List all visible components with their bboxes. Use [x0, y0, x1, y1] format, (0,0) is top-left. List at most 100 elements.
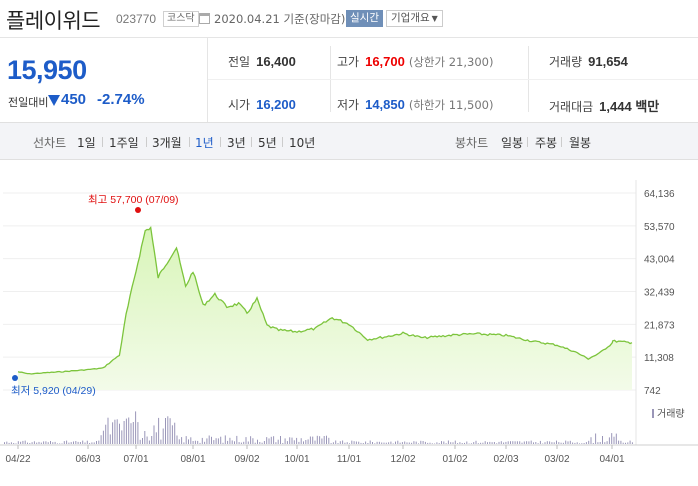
volume-bar [351, 440, 353, 444]
volume-bar [505, 441, 507, 444]
current-price: 15,950 [7, 55, 87, 85]
volume-bar [406, 442, 408, 444]
volume-bar [208, 435, 210, 444]
volume-bar [75, 441, 77, 444]
x-tick-label: 07/01 [123, 454, 148, 465]
period-1d[interactable]: 1일 [77, 134, 96, 151]
volume-bar [461, 443, 463, 444]
volume-bar [597, 442, 599, 444]
volume-bar [190, 437, 192, 444]
volume-bar [167, 416, 169, 444]
volume-bar [360, 442, 362, 444]
volume-bar [493, 442, 495, 444]
volume-bar [553, 442, 555, 444]
stat-high: 고가 16,700 (상한가 21,300) [337, 53, 493, 70]
x-tick-label: 11/01 [337, 454, 362, 465]
candle-daily[interactable]: 일봉 [501, 134, 523, 151]
chevron-down-icon: ▼ [431, 14, 438, 23]
volume-bar [335, 440, 337, 444]
price-chart[interactable]: 64,136 53,570 43,004 32,439 21,873 11,308 742 … [0, 160, 698, 486]
stat-volume: 거래량 91,654 [549, 53, 628, 70]
volume-bar [197, 440, 199, 444]
volume-bar [487, 442, 488, 444]
volume-bar [567, 441, 569, 444]
volume-bar [595, 433, 597, 444]
volume-bar [181, 437, 183, 444]
volume-bar [68, 442, 70, 444]
volume-bar [135, 411, 137, 444]
low-annotation: 최저 5,920 (04/29) [11, 385, 96, 397]
volume-bar [574, 442, 576, 444]
period-1w[interactable]: 1주일 [109, 134, 139, 151]
candle-weekly[interactable]: 주봉 [535, 134, 557, 151]
volume-bar [123, 421, 125, 444]
stat-low: 저가 14,850 (하한가 11,500) [337, 96, 493, 113]
candle-monthly[interactable]: 월봉 [569, 134, 591, 151]
stock-title[interactable]: 플레이위드 [6, 5, 101, 35]
volume-bar [491, 442, 493, 444]
stat-amount: 거래대금 1,444 백만 [549, 96, 659, 115]
volume-bar [96, 441, 97, 444]
volume-bar [261, 442, 263, 444]
volume-bar [199, 442, 201, 444]
volume-bar [583, 443, 585, 444]
stat-label: 거래대금 [549, 100, 594, 114]
volume-bar [401, 442, 403, 444]
volume-bar [84, 442, 86, 444]
high-annotation: 최고 57,700 (07/09) [88, 194, 179, 206]
volume-bar [521, 442, 523, 444]
divider [189, 137, 190, 147]
period-5y[interactable]: 5년 [258, 134, 277, 151]
volume-bar [282, 443, 284, 444]
volume-bar [411, 442, 413, 444]
volume-bar [627, 442, 629, 444]
base-date: 2020.04.21 기준(장마감) [214, 12, 346, 26]
volume-bar [388, 442, 390, 444]
volume-bar [171, 425, 173, 444]
candle-chart-label: 봉차트 [455, 136, 489, 150]
volume-bar [298, 441, 300, 444]
period-1y[interactable]: 1년 [195, 134, 214, 151]
volume-bar [385, 442, 387, 444]
change-label: 전일대비 [8, 96, 49, 109]
volume-bar [183, 442, 185, 444]
volume-bar [374, 443, 376, 444]
volume-bar [556, 440, 557, 444]
volume-bar [602, 436, 603, 444]
volume-bar [319, 436, 321, 444]
volume-bar [29, 443, 31, 444]
volume-bar [165, 418, 166, 444]
volume-bar [631, 442, 633, 444]
volume-bar [441, 441, 442, 444]
volume-bar [424, 441, 426, 444]
volume-bar [436, 442, 438, 444]
period-3y[interactable]: 3년 [227, 134, 246, 151]
volume-bar [415, 441, 417, 444]
y-tick-label: 53,570 [644, 222, 675, 233]
volume-bar [63, 441, 65, 444]
realtime-button[interactable]: 실시간 [346, 10, 383, 27]
volume-bar [431, 443, 433, 444]
volume-bar [544, 442, 546, 444]
stat-label: 전일 [228, 55, 251, 69]
period-10y[interactable]: 10년 [289, 134, 315, 151]
stat-value: 14,850 [365, 97, 405, 112]
company-info-button[interactable]: 기업개요 ▼ [386, 10, 443, 27]
volume-bar [565, 440, 567, 444]
volume-bar [629, 440, 631, 444]
volume-bar [321, 438, 323, 444]
volume-bar [217, 438, 219, 444]
period-3m[interactable]: 3개월 [152, 134, 182, 151]
volume-bar [562, 442, 564, 444]
volume-bar [457, 443, 459, 444]
volume-bar [381, 442, 383, 444]
volume-bar [475, 440, 477, 444]
x-tick-label: 09/02 [234, 454, 259, 465]
volume-bar [523, 441, 525, 444]
volume-bar [473, 442, 475, 444]
volume-bar [480, 442, 482, 444]
volume-bar [452, 442, 454, 444]
volume-bar [185, 436, 187, 444]
price-chart-svg: 64,13653,57043,00432,43921,87311,308742 … [0, 180, 698, 465]
volume-bar [82, 440, 84, 444]
